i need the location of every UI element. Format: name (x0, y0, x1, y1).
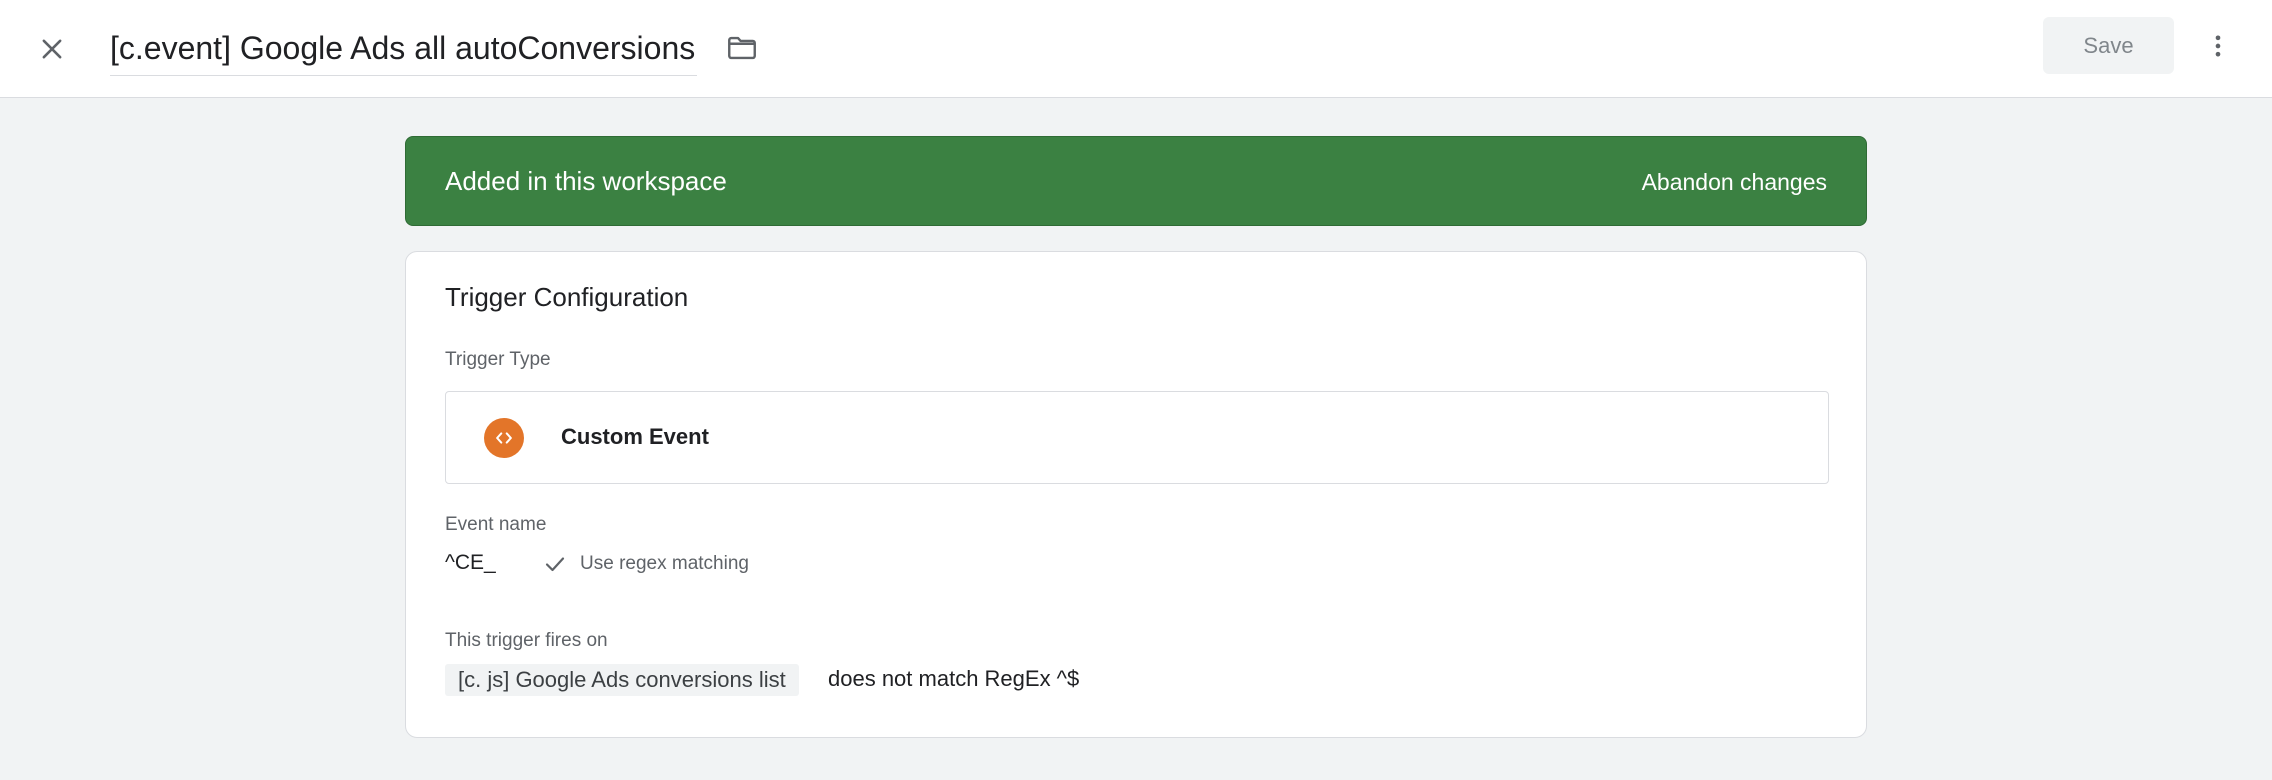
more-options-button[interactable] (2194, 22, 2242, 70)
event-name-value: ^CE_ (445, 551, 496, 574)
banner-text: Added in this workspace (445, 166, 727, 196)
condition-variable-chip: [c. js] Google Ads conversions list (445, 664, 799, 696)
check-icon (545, 557, 565, 572)
trigger-type-selector[interactable]: Custom Event (445, 391, 1829, 484)
close-button[interactable] (28, 25, 76, 73)
title-field[interactable]: [c.event] Google Ads all autoConversions (110, 22, 698, 76)
folder-button[interactable] (718, 24, 766, 72)
fires-on-label: This trigger fires on (445, 630, 608, 651)
trigger-type-name: Custom Event (561, 424, 709, 449)
event-name-label: Event name (445, 514, 547, 535)
abandon-changes-button[interactable]: Abandon changes (1642, 169, 1827, 196)
condition-operator-text: does not match RegEx ^$ (828, 666, 1080, 691)
card-title: Trigger Configuration (445, 282, 689, 312)
folder-icon (728, 36, 756, 60)
close-icon (42, 39, 62, 59)
save-button[interactable]: Save (2043, 17, 2174, 74)
regex-matching-label: Use regex matching (580, 553, 749, 574)
trigger-configuration-card[interactable]: Trigger Configuration Trigger Type Custo… (405, 251, 1867, 738)
top-bar: [c.event] Google Ads all autoConversions… (0, 0, 2272, 98)
trigger-type-label: Trigger Type (445, 349, 551, 370)
workspace-status-banner: Added in this workspace Abandon changes (405, 136, 1867, 226)
code-brackets-icon (484, 418, 524, 458)
trigger-title[interactable]: [c.event] Google Ads all autoConversions (110, 30, 697, 67)
more-vert-icon (2215, 35, 2221, 57)
